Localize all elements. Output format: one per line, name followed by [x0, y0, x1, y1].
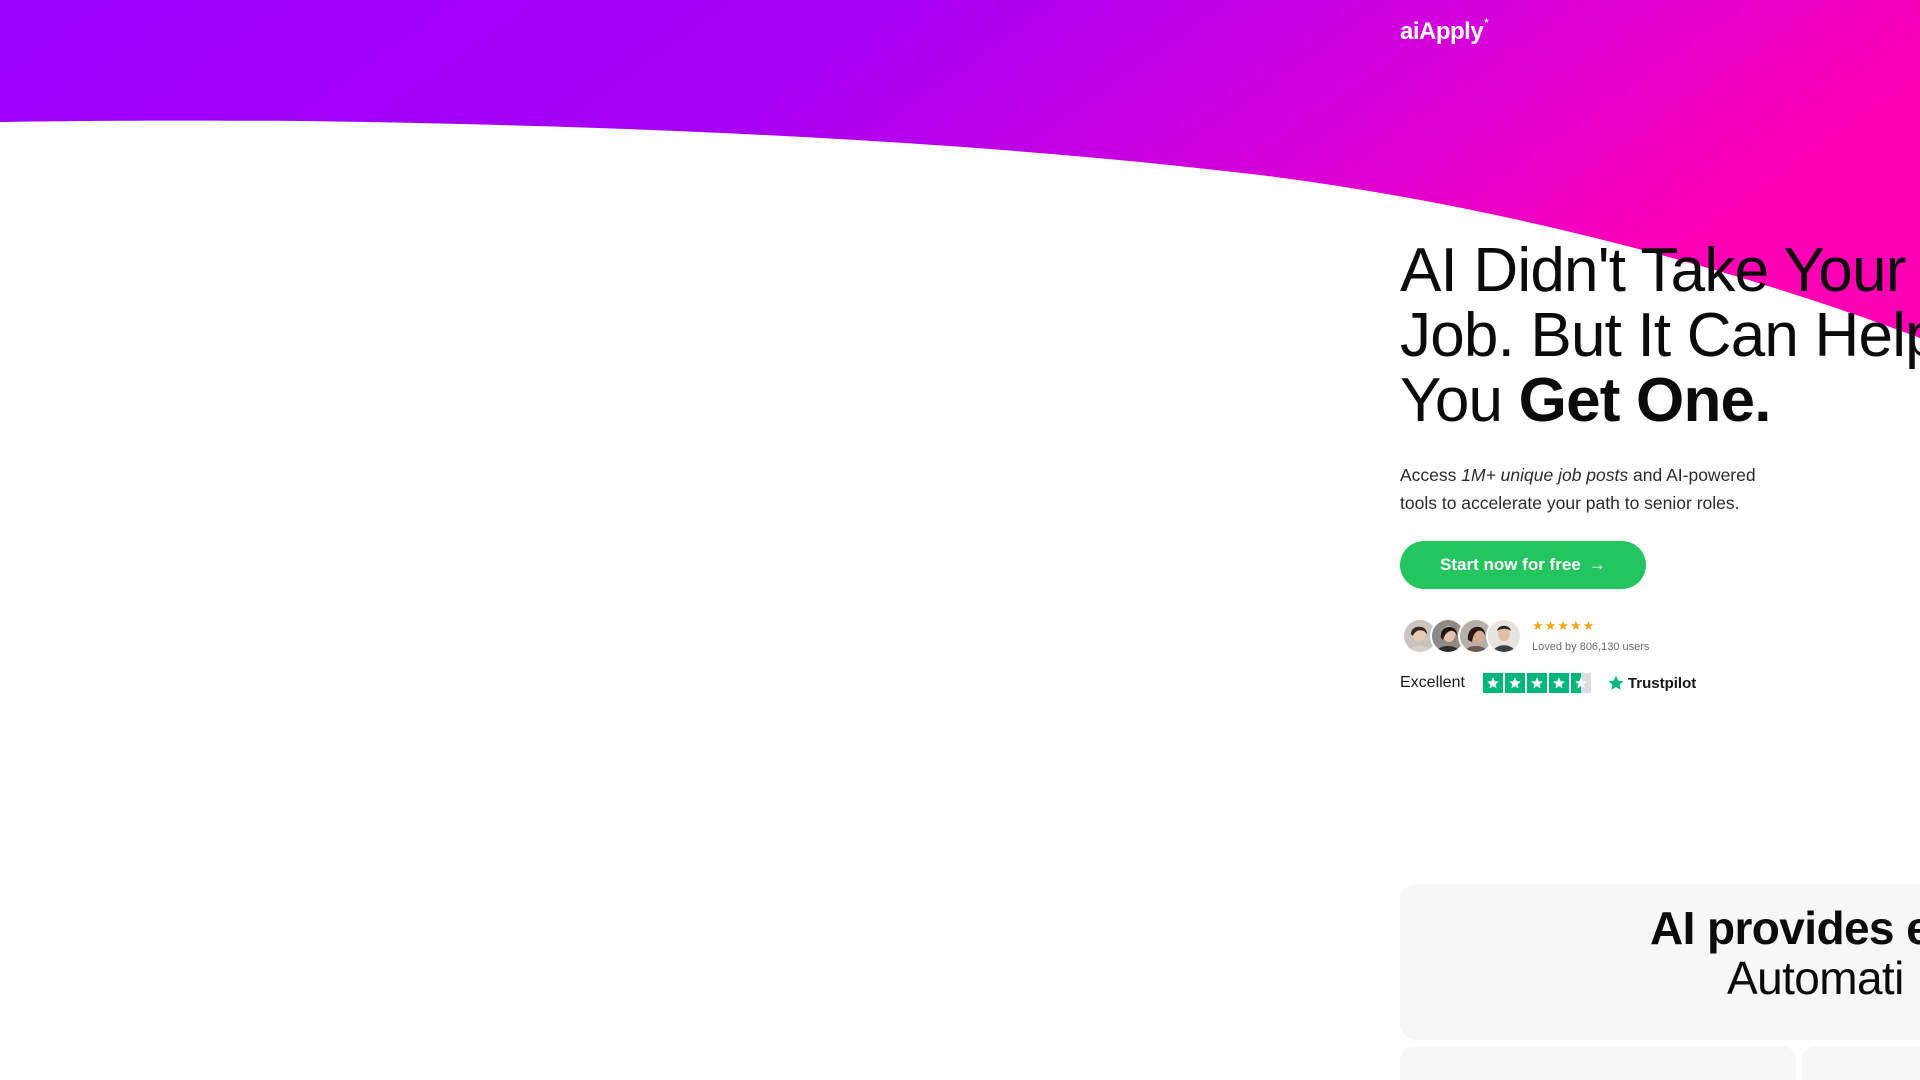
logo-spark-icon: * [1484, 17, 1488, 29]
loved-by-count: Loved by 806,130 users [1532, 641, 1650, 653]
headline-line-1: AI Didn't Take Your [1400, 236, 1906, 305]
rating-block: ★★★★★ Loved by 806,130 users [1532, 618, 1650, 654]
logo-text: aiApply [1400, 18, 1484, 45]
subtext-lead: Access [1400, 465, 1462, 485]
avatar [1486, 618, 1522, 654]
headline-line-3: You [1400, 366, 1519, 435]
trustpilot-widget[interactable]: Excellent Trustpilot [1400, 671, 1920, 695]
trustpilot-half-star-icon [1570, 673, 1591, 693]
trustpilot-stars [1482, 673, 1591, 693]
trustpilot-logo: Trustpilot [1607, 674, 1696, 692]
feature-card [1400, 1046, 1796, 1080]
user-avatars [1400, 618, 1522, 654]
landing-page: aiApply * AI Didn't Take Your Job. But I… [0, 0, 1920, 1080]
headline-emphasis: Get One. [1518, 366, 1772, 435]
trustpilot-star-icon [1526, 673, 1547, 693]
arrow-right-icon: → [1588, 555, 1606, 574]
hero-section: AI Didn't Take Your Job. But It Can Help… [1400, 238, 1920, 695]
headline-line-2: Job. But It Can Help [1400, 301, 1920, 370]
features-subheading: Automati [1727, 952, 1904, 1004]
five-star-rating-icon: ★★★★★ [1532, 618, 1596, 633]
trustpilot-star-icon [1548, 673, 1569, 693]
trustpilot-logo-star-icon [1608, 675, 1624, 690]
features-heading: AI provides e [1650, 902, 1920, 954]
aiapply-logo[interactable]: aiApply * [1400, 17, 1488, 45]
features-intro-card: AI provides e Automati [1400, 884, 1920, 1040]
hero-headline: AI Didn't Take Your Job. But It Can Help… [1400, 238, 1920, 433]
trustpilot-brand-text: Trustpilot [1627, 674, 1697, 692]
feature-card [1802, 1046, 1920, 1080]
trustpilot-star-icon [1482, 673, 1503, 693]
trustpilot-rating-label: Excellent [1400, 674, 1465, 691]
trustpilot-star-icon [1504, 673, 1525, 693]
subtext-highlight: 1M+ unique job posts [1461, 465, 1629, 485]
hero-subtext: Access 1M+ unique job posts and AI-power… [1400, 461, 1780, 517]
start-free-label: Start now for free [1440, 555, 1581, 574]
social-proof: ★★★★★ Loved by 806,130 users [1400, 615, 1920, 657]
start-free-button[interactable]: Start now for free → [1400, 541, 1646, 589]
